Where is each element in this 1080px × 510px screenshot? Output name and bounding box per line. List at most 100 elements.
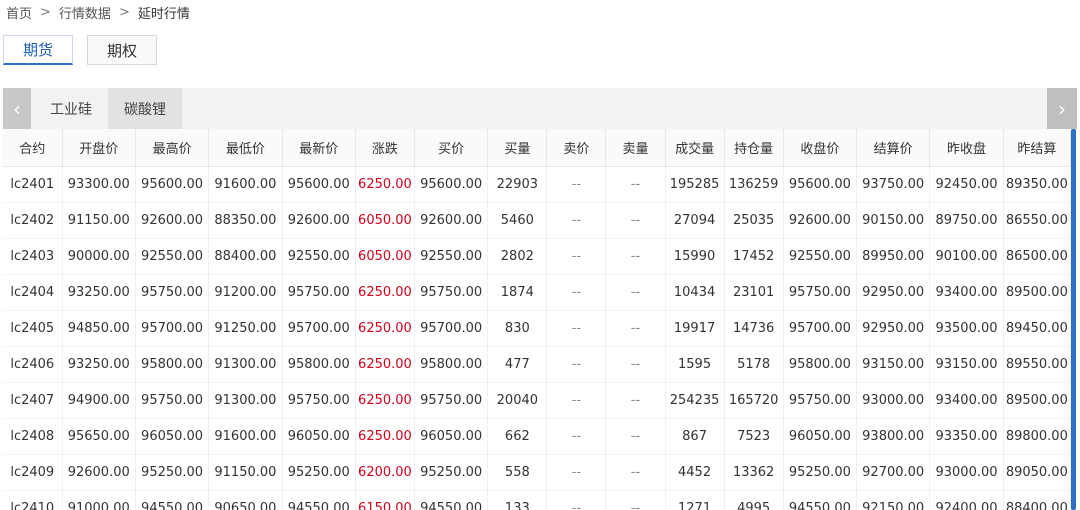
table-cell: 14736 <box>724 310 784 347</box>
column-header: 合约 <box>3 129 63 167</box>
commodity-tab-bar: ‹ 工业硅 碳酸锂 › <box>3 88 1077 129</box>
table-cell: 92550.00 <box>282 238 356 275</box>
tab-industrial-silicon[interactable]: 工业硅 <box>34 88 108 129</box>
table-cell: 90650.00 <box>208 490 283 510</box>
table-cell: 95750.00 <box>414 382 489 419</box>
table-cell: 95250.00 <box>414 454 489 491</box>
product-type-tabs: 期货 期权 <box>3 35 157 65</box>
table-cell: 6050.00 <box>355 238 415 275</box>
table-cell: 89450.00 <box>1003 310 1071 347</box>
table-cell: 662 <box>487 418 548 455</box>
vertical-scrollbar[interactable] <box>1071 129 1076 510</box>
table-row[interactable]: lc2404 93250.00 95750.00 91200.00 95750.00 62… <box>3 274 1071 311</box>
table-cell: -- <box>605 274 666 311</box>
table-cell: lc2408 <box>3 418 63 455</box>
table-cell: 92700.00 <box>856 454 931 491</box>
table-cell: lc2405 <box>3 310 63 347</box>
table-row[interactable]: lc2401 93300.00 95600.00 91600.00 95600.00 62… <box>3 166 1071 203</box>
table-cell: 19917 <box>665 310 725 347</box>
column-header: 卖量 <box>605 129 666 167</box>
quotes-table-container: 合约 开盘价 最高价 最低价 最新价 涨跌 买价 买量 卖价 卖量 成交量 持仓量 收盘价 结算价 昨收盘昨… <box>3 129 1071 510</box>
table-cell: 95700.00 <box>783 310 858 347</box>
table-cell: -- <box>546 274 607 311</box>
commodity-tabs: 工业硅 碳酸锂 <box>34 88 182 129</box>
table-row[interactable]: lc2402 91150.00 92600.00 88350.00 92600.00 60… <box>3 202 1071 239</box>
table-row[interactable]: lc2407 94900.00 95750.00 91300.00 95750.00 62… <box>3 382 1071 419</box>
table-cell: 93500.00 <box>929 310 1004 347</box>
breadcrumb-delayed-quotes: 延时行情 <box>137 7 190 22</box>
table-cell: 20040 <box>487 382 548 419</box>
table-cell: 92600.00 <box>783 202 858 239</box>
table-cell: 89350.00 <box>1003 166 1071 203</box>
table-cell: -- <box>546 202 607 239</box>
table-cell: 92600.00 <box>414 202 489 239</box>
table-cell: 95750.00 <box>135 274 210 311</box>
table-row[interactable]: lc2406 93250.00 95800.00 91300.00 95800.00 62… <box>3 346 1071 383</box>
column-header: 昨收盘 <box>929 129 1004 167</box>
table-cell: 95250.00 <box>135 454 210 491</box>
table-cell: 17452 <box>724 238 784 275</box>
table-cell: 91150.00 <box>62 202 136 239</box>
table-cell: 91600.00 <box>208 418 283 455</box>
table-cell: 95250.00 <box>282 454 356 491</box>
table-cell: 88400.00 <box>208 238 283 275</box>
table-cell: -- <box>605 166 666 203</box>
table-cell: 23101 <box>724 274 784 311</box>
table-row[interactable]: lc2403 90000.00 92550.00 88400.00 92550.00 60… <box>3 238 1071 275</box>
column-header: 昨结算 <box>1003 129 1071 167</box>
table-cell: 93400.00 <box>929 274 1004 311</box>
table-row[interactable]: lc2409 92600.00 95250.00 91150.00 95250.00 62… <box>3 454 1071 491</box>
table-cell: 4995 <box>724 490 784 510</box>
table-cell: 93350.00 <box>929 418 1004 455</box>
table-cell: -- <box>605 310 666 347</box>
table-cell: 93000.00 <box>856 382 931 419</box>
breadcrumb-market-data[interactable]: 行情数据 <box>59 3 111 22</box>
table-cell: 95750.00 <box>282 382 356 419</box>
table-cell: -- <box>546 346 607 383</box>
table-cell: 95700.00 <box>282 310 356 347</box>
table-cell: 22903 <box>487 166 548 203</box>
table-cell: lc2406 <box>3 346 63 383</box>
table-cell: -- <box>605 454 666 491</box>
table-cell: 93300.00 <box>62 166 136 203</box>
table-cell: 94900.00 <box>62 382 136 419</box>
column-header: 买价 <box>414 129 489 167</box>
table-cell: 13362 <box>724 454 784 491</box>
table-cell: -- <box>546 382 607 419</box>
chevron-left-icon[interactable]: ‹ <box>3 88 31 129</box>
table-cell: 5178 <box>724 346 784 383</box>
table-cell: 165720 <box>724 382 784 419</box>
table-cell: 136259 <box>724 166 784 203</box>
table-cell: 95650.00 <box>62 418 136 455</box>
table-cell: 95750.00 <box>414 274 489 311</box>
table-cell: 6250.00 <box>355 310 415 347</box>
table-cell: lc2404 <box>3 274 63 311</box>
table-cell: 95700.00 <box>414 310 489 347</box>
table-cell: 6050.00 <box>355 202 415 239</box>
table-cell: -- <box>605 202 666 239</box>
table-cell: 88350.00 <box>208 202 283 239</box>
column-header: 最高价 <box>135 129 210 167</box>
table-cell: 95750.00 <box>783 382 858 419</box>
table-cell: 91200.00 <box>208 274 283 311</box>
table-cell: 92600.00 <box>62 454 136 491</box>
table-cell: 89550.00 <box>1003 346 1071 383</box>
breadcrumb-home[interactable]: 首页 <box>6 3 32 22</box>
table-cell: -- <box>546 490 607 510</box>
table-row[interactable]: lc2408 95650.00 96050.00 91600.00 96050.00 62… <box>3 418 1071 455</box>
table-cell: 4452 <box>665 454 725 491</box>
table-cell: 86500.00 <box>1003 238 1071 275</box>
column-header: 卖价 <box>546 129 607 167</box>
table-cell: 96050.00 <box>135 418 210 455</box>
tab-futures[interactable]: 期货 <box>3 35 73 65</box>
table-row[interactable]: lc2410 91000.00 94550.00 90650.00 94550.00 61… <box>3 490 1071 510</box>
table-cell: 93800.00 <box>856 418 931 455</box>
tab-lithium-carbonate[interactable]: 碳酸锂 <box>108 88 182 129</box>
table-cell: -- <box>605 382 666 419</box>
tab-options[interactable]: 期权 <box>87 35 157 65</box>
table-cell: 6250.00 <box>355 166 415 203</box>
table-row[interactable]: lc2405 94850.00 95700.00 91250.00 95700.00 62… <box>3 310 1071 347</box>
table-cell: 92550.00 <box>414 238 489 275</box>
table-cell: 90150.00 <box>856 202 931 239</box>
chevron-right-icon[interactable]: › <box>1047 88 1077 129</box>
